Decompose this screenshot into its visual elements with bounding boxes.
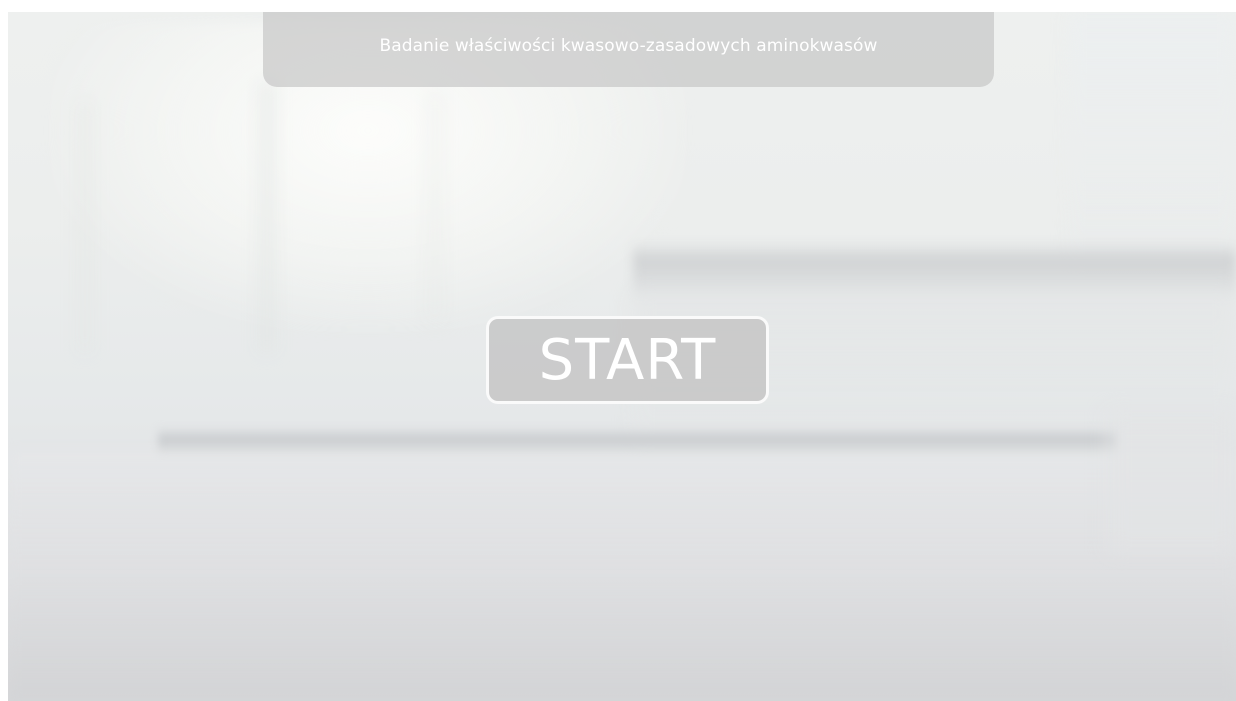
background-light: [1068, 12, 1236, 262]
background-counter-edge: [158, 427, 1118, 455]
title-bar: Badanie właściwości kwasowo-zasadowych a…: [263, 12, 994, 87]
background-right-counter: [1108, 412, 1236, 552]
app-viewport: Badanie właściwości kwasowo-zasadowych a…: [8, 12, 1236, 701]
page-title: Badanie właściwości kwasowo-zasadowych a…: [379, 35, 878, 56]
background-window-frame: [258, 82, 276, 352]
background-window-frame: [78, 102, 92, 352]
background-cabinet-edge: [633, 242, 1236, 302]
background-counter-surface: [8, 452, 1236, 701]
start-button[interactable]: START: [486, 316, 769, 404]
background-window-frame: [428, 92, 442, 322]
start-button-label: START: [538, 328, 717, 393]
